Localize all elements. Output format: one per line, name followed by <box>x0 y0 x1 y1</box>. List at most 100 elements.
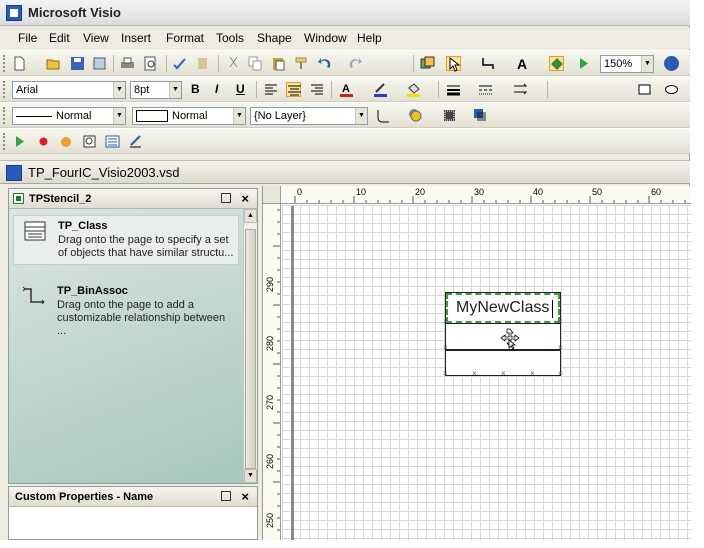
selection-handle[interactable]: × <box>558 370 563 378</box>
align-left-icon[interactable] <box>264 82 279 97</box>
menu-help[interactable]: Help <box>357 31 382 45</box>
selection-handle[interactable]: × <box>501 370 506 378</box>
font-color-icon[interactable]: A <box>339 82 354 97</box>
selection-handle[interactable]: × <box>558 344 563 352</box>
underline-button[interactable]: U <box>236 82 245 96</box>
ellipse-tool-icon[interactable] <box>664 82 679 97</box>
text-tool-icon[interactable]: A <box>517 56 527 72</box>
design-mode-icon[interactable] <box>128 134 143 149</box>
stencil-item-tp-binassoc[interactable]: TP_BinAssoc Drag onto the page to add ac… <box>13 281 239 337</box>
stencil-scrollbar[interactable]: ▲ ▼ <box>243 209 257 483</box>
scroll-up-icon[interactable]: ▲ <box>244 209 257 223</box>
spelling-icon[interactable] <box>172 56 187 71</box>
redo-icon[interactable] <box>348 56 363 71</box>
fill-pattern-icon[interactable] <box>442 108 457 123</box>
italic-button[interactable]: I <box>215 82 218 96</box>
toolbar-grip[interactable] <box>3 81 7 98</box>
line-ends-icon[interactable] <box>513 82 528 97</box>
record-icon[interactable] <box>36 134 51 149</box>
selection-handle[interactable]: × <box>472 370 477 378</box>
font-size-select[interactable]: 8pt ▼ <box>130 81 182 99</box>
drawing-area[interactable]: 0 10 20 30 40 50 60 290 280 270 260 250 <box>262 186 691 540</box>
paste-icon[interactable] <box>271 56 286 71</box>
chevron-down-icon: ▼ <box>233 108 245 124</box>
menu-shape[interactable]: Shape <box>257 31 292 45</box>
custom-properties-header: Custom Properties - Name × <box>9 487 257 507</box>
align-right-icon[interactable] <box>309 82 324 97</box>
line-weight-icon[interactable] <box>446 82 461 97</box>
ruler-label: 50 <box>592 187 603 197</box>
scrollbar-thumb[interactable] <box>245 229 256 469</box>
shadow-icon[interactable] <box>408 108 423 123</box>
run-macro-icon[interactable] <box>12 134 27 149</box>
fill-style-select[interactable]: Normal ▼ <box>132 107 246 125</box>
stencil-item-name: TP_BinAssoc <box>57 285 128 297</box>
help-icon[interactable] <box>664 56 679 71</box>
corner-rounding-icon[interactable] <box>376 108 391 123</box>
format-painter-icon[interactable] <box>294 56 309 71</box>
close-icon[interactable]: × <box>241 489 249 504</box>
menu-view[interactable]: View <box>83 31 109 45</box>
line-style-select[interactable]: Normal ▼ <box>12 107 126 125</box>
security-icon[interactable] <box>58 134 73 149</box>
open-folder-icon[interactable] <box>46 56 61 71</box>
research-icon[interactable] <box>196 56 211 71</box>
class-name-text[interactable]: MyNewClass <box>456 299 549 317</box>
vb-editor-icon[interactable] <box>82 134 97 149</box>
ruler-label: 290 <box>265 276 275 292</box>
pointer-tool-icon[interactable] <box>446 56 461 72</box>
permission-icon[interactable] <box>92 56 107 71</box>
toolbar-grip[interactable] <box>3 107 7 124</box>
undo-icon[interactable] <box>317 56 332 71</box>
menu-edit[interactable]: Edit <box>49 31 70 45</box>
maximize-icon[interactable] <box>221 491 231 501</box>
connector-tool-icon[interactable] <box>481 56 496 71</box>
align-center-icon[interactable] <box>286 82 301 97</box>
bold-button[interactable]: B <box>191 82 200 96</box>
save-icon[interactable] <box>70 56 85 71</box>
print-icon[interactable] <box>120 56 135 71</box>
drawing-tools-icon[interactable] <box>549 56 564 71</box>
properties-icon[interactable] <box>105 134 120 149</box>
menu-file[interactable]: File <box>18 31 37 45</box>
maximize-icon[interactable] <box>221 193 231 203</box>
menu-format[interactable]: Format <box>166 31 204 45</box>
shapes-icon[interactable] <box>420 56 435 71</box>
menu-tools[interactable]: Tools <box>216 31 244 45</box>
selection-handle[interactable]: × <box>558 318 563 326</box>
fill-color-icon[interactable] <box>406 82 421 97</box>
selection-handle[interactable]: × <box>443 344 448 352</box>
run-icon[interactable] <box>576 56 591 71</box>
menu-insert[interactable]: Insert <box>121 31 151 45</box>
class-name-cell[interactable]: MyNewClass <box>446 293 560 323</box>
new-document-icon[interactable] <box>12 56 27 71</box>
stencil-item-name: TP_Class <box>58 220 108 232</box>
horizontal-ruler: 0 10 20 30 40 50 60 <box>281 186 691 204</box>
close-icon[interactable]: × <box>241 191 249 206</box>
toolbar-grip[interactable] <box>3 133 7 150</box>
line-color-icon[interactable] <box>373 82 388 97</box>
toolbar-grip[interactable] <box>3 55 7 72</box>
visio-window: Microsoft Visio File Edit View Insert Fo… <box>0 0 691 540</box>
stencil-panel: TPStencil_2 × TP_Class Drag onto the pag… <box>8 188 258 484</box>
selection-handle[interactable]: × <box>443 370 448 378</box>
ruler-label: 270 <box>265 394 275 410</box>
line-pattern-icon[interactable] <box>478 82 493 97</box>
layer-select[interactable]: {No Layer} ▼ <box>250 107 368 125</box>
zoom-select[interactable]: 150% ▼ <box>600 55 654 73</box>
stencil-item-desc: Drag onto the page to specify a set of ob… <box>58 234 234 259</box>
cut-icon[interactable] <box>226 56 241 71</box>
scroll-down-icon[interactable]: ▼ <box>244 469 257 483</box>
menu-bar: File Edit View Insert Format Tools Shape… <box>0 28 690 49</box>
selection-handle[interactable]: × <box>443 318 448 326</box>
font-select[interactable]: Arial ▼ <box>12 81 126 99</box>
print-preview-icon[interactable] <box>143 56 158 71</box>
stencil-item-tp-class[interactable]: TP_Class Drag onto the page to specify a… <box>13 215 239 265</box>
ruler-label: 60 <box>651 187 662 197</box>
selection-handle[interactable]: × <box>530 370 535 378</box>
rectangle-tool-icon[interactable] <box>637 82 652 97</box>
shadow-color-icon[interactable] <box>473 108 488 123</box>
copy-icon[interactable] <box>248 56 263 71</box>
document-title-bar: TP_FourIC_Visio2003.vsd <box>0 160 690 184</box>
menu-window[interactable]: Window <box>304 31 347 45</box>
